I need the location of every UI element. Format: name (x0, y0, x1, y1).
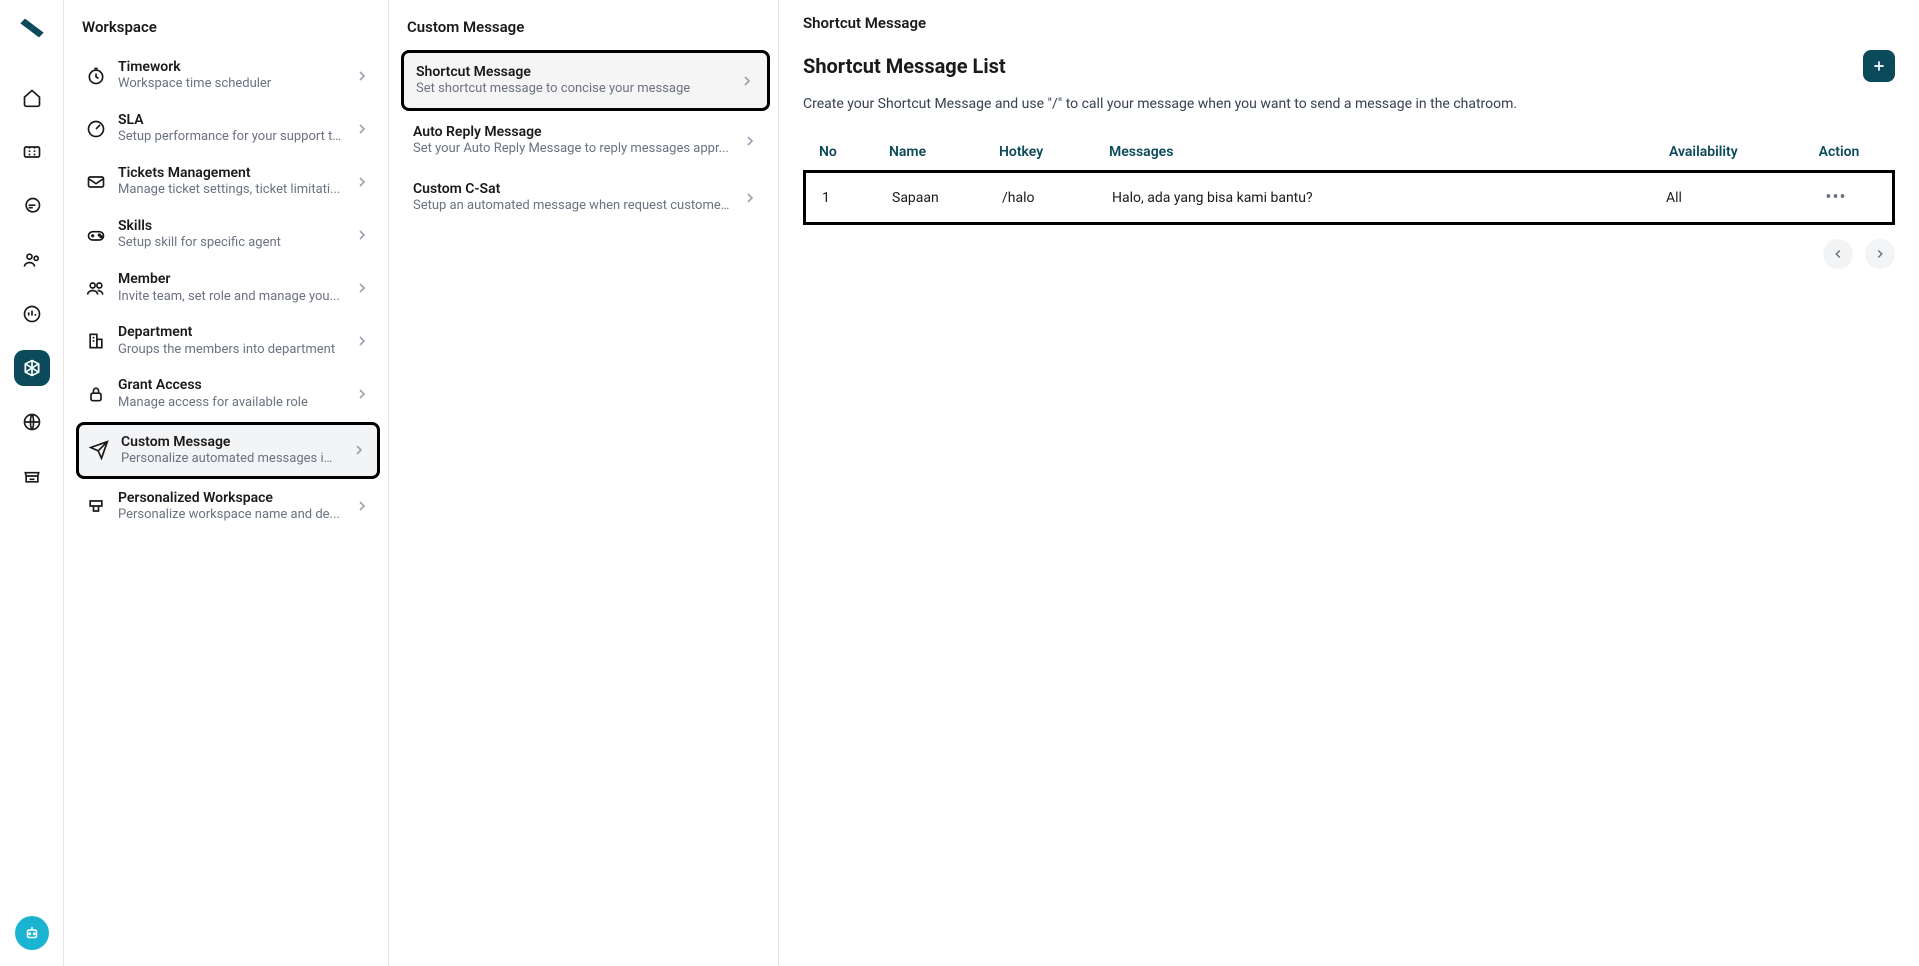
main-panel: Shortcut Message Shortcut Message List C… (779, 0, 1919, 966)
workspace-title: Workspace (76, 14, 380, 50)
workspace-item-sla[interactable]: SLASetup performance for your support t.… (76, 103, 380, 154)
workspace-item-title: Timework (118, 58, 342, 76)
mail-icon (86, 172, 106, 192)
rail-home[interactable] (14, 80, 50, 116)
workspace-panel: Workspace TimeworkWorkspace time schedul… (64, 0, 389, 966)
custom-message-title: Custom Message (401, 14, 770, 50)
rail-ticket[interactable] (14, 134, 50, 170)
workspace-item-title: SLA (118, 111, 342, 129)
lock-icon (86, 384, 106, 404)
cell-messages: Halo, ada yang bisa kami bantu? (1112, 190, 1666, 206)
chevron-right-icon (354, 227, 370, 243)
th-name: Name (889, 144, 999, 160)
workspace-item-sub: Setup performance for your support t... (118, 129, 342, 146)
cell-availability: All (1666, 190, 1796, 206)
th-action: Action (1799, 144, 1879, 160)
list-title: Shortcut Message List (803, 54, 1006, 78)
workspace-item-member[interactable]: MemberInvite team, set role and manage y… (76, 262, 380, 313)
workspace-item-grant-access[interactable]: Grant AccessManage access for available … (76, 368, 380, 419)
pagination (803, 239, 1895, 269)
cell-name: Sapaan (892, 190, 1002, 206)
workspace-item-title: Custom Message (121, 433, 339, 451)
cm-item-title: Shortcut Message (416, 63, 727, 81)
main-breadcrumb: Shortcut Message (803, 14, 1895, 32)
brush-icon (86, 496, 106, 516)
chevron-right-icon (354, 333, 370, 349)
rail-analytics[interactable] (14, 296, 50, 332)
people-icon (86, 278, 106, 298)
workspace-item-title: Skills (118, 217, 342, 235)
workspace-item-custom-message[interactable]: Custom MessagePersonalize automated mess… (76, 422, 380, 479)
shortcut-table: No Name Hotkey Messages Availability Act… (803, 134, 1895, 225)
cell-hotkey: /halo (1002, 190, 1112, 206)
gauge-icon (86, 119, 106, 139)
cm-item-sub: Set shortcut message to concise your mes… (416, 81, 727, 98)
cm-item-shortcut-message[interactable]: Shortcut MessageSet shortcut message to … (401, 50, 770, 111)
chevron-right-icon (351, 442, 367, 458)
workspace-item-title: Department (118, 323, 342, 341)
workspace-item-title: Member (118, 270, 342, 288)
custom-message-panel: Custom Message Shortcut MessageSet short… (389, 0, 779, 966)
pager-prev-button[interactable] (1823, 239, 1853, 269)
workspace-item-title: Grant Access (118, 376, 342, 394)
chevron-right-icon (742, 190, 758, 206)
workspace-item-sub: Groups the members into department (118, 342, 342, 359)
cm-item-sub: Set your Auto Reply Message to reply mes… (413, 141, 730, 158)
workspace-item-sub: Setup skill for specific agent (118, 235, 342, 252)
workspace-item-sub: Manage ticket settings, ticket limitati.… (118, 182, 342, 199)
th-availability: Availability (1669, 144, 1799, 160)
rail-avatar[interactable] (15, 916, 49, 950)
rail-chat[interactable] (14, 188, 50, 224)
workspace-item-sub: Personalize automated messages ins... (121, 451, 339, 468)
cm-item-title: Custom C-Sat (413, 180, 730, 198)
workspace-item-tickets-management[interactable]: Tickets ManagementManage ticket settings… (76, 156, 380, 207)
rail-store[interactable] (14, 458, 50, 494)
workspace-item-sub: Personalize workspace name and de... (118, 507, 342, 524)
workspace-item-personalized-workspace[interactable]: Personalized WorkspacePersonalize worksp… (76, 481, 380, 532)
chevron-right-icon (354, 280, 370, 296)
cm-item-sub: Setup an automated message when request … (413, 198, 730, 215)
cm-item-title: Auto Reply Message (413, 123, 730, 141)
gamepad-icon (86, 225, 106, 245)
cm-item-custom-c-sat[interactable]: Custom C-SatSetup an automated message w… (401, 170, 770, 225)
workspace-item-sub: Workspace time scheduler (118, 76, 342, 93)
workspace-item-skills[interactable]: SkillsSetup skill for specific agent (76, 209, 380, 260)
chevron-right-icon (354, 386, 370, 402)
cell-no: 1 (822, 190, 892, 206)
table-row[interactable]: 1Sapaan/haloHalo, ada yang bisa kami ban… (803, 170, 1895, 225)
icon-rail (0, 0, 64, 966)
th-no: No (819, 144, 889, 160)
chevron-right-icon (354, 68, 370, 84)
th-hotkey: Hotkey (999, 144, 1109, 160)
chevron-right-icon (739, 73, 755, 89)
rail-globe[interactable] (14, 404, 50, 440)
cm-item-auto-reply-message[interactable]: Auto Reply MessageSet your Auto Reply Me… (401, 113, 770, 168)
workspace-item-timework[interactable]: TimeworkWorkspace time scheduler (76, 50, 380, 101)
workspace-item-sub: Manage access for available role (118, 395, 342, 412)
app-logo (18, 14, 46, 42)
table-header: No Name Hotkey Messages Availability Act… (803, 134, 1895, 170)
workspace-item-sub: Invite team, set role and manage you... (118, 289, 342, 306)
clock-icon (86, 66, 106, 86)
chevron-right-icon (742, 133, 758, 149)
list-description: Create your Shortcut Message and use "/"… (803, 96, 1895, 112)
add-shortcut-button[interactable] (1863, 50, 1895, 82)
workspace-item-title: Tickets Management (118, 164, 342, 182)
workspace-item-department[interactable]: DepartmentGroups the members into depart… (76, 315, 380, 366)
pager-next-button[interactable] (1865, 239, 1895, 269)
chevron-right-icon (354, 174, 370, 190)
send-icon (89, 440, 109, 460)
row-action-menu[interactable]: ••• (1796, 187, 1876, 208)
rail-settings[interactable] (14, 350, 50, 386)
rail-users[interactable] (14, 242, 50, 278)
workspace-item-title: Personalized Workspace (118, 489, 342, 507)
chevron-right-icon (354, 498, 370, 514)
th-messages: Messages (1109, 144, 1669, 160)
chevron-right-icon (354, 121, 370, 137)
building-icon (86, 331, 106, 351)
